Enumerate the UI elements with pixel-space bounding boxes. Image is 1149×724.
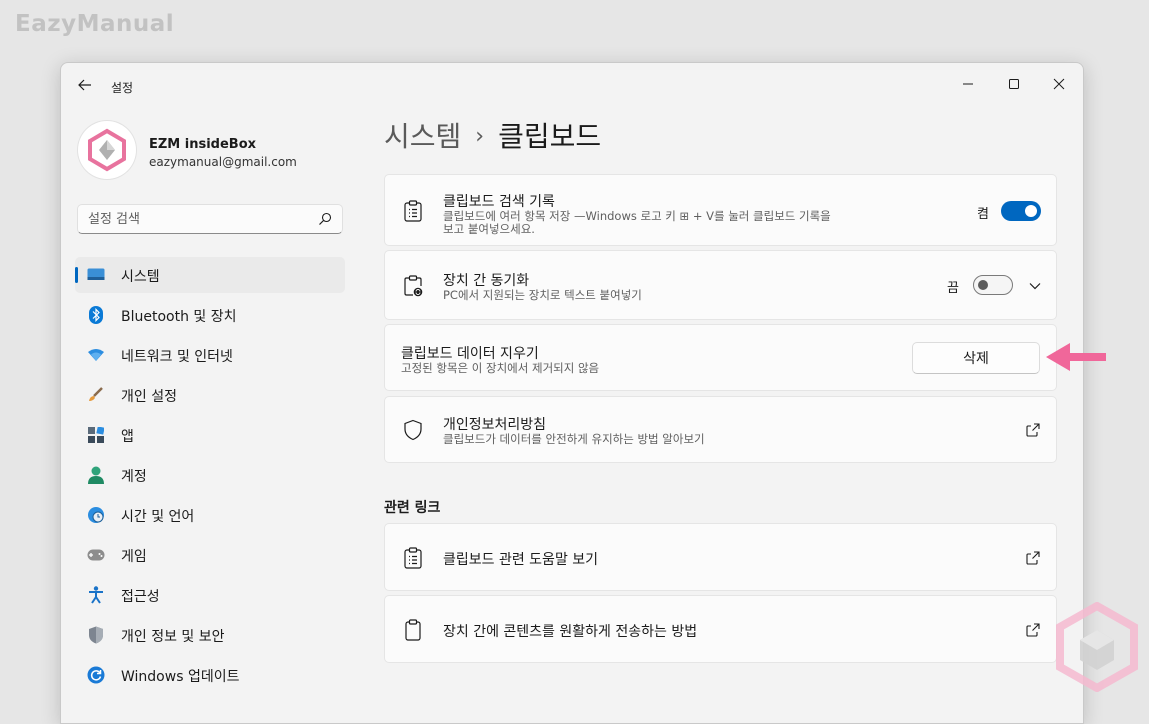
title-bar: 설정 <box>61 63 1083 105</box>
account-icon <box>87 466 105 484</box>
page-title: 클립보드 <box>498 120 602 153</box>
search-input[interactable] <box>88 210 308 228</box>
sidebar-item-apps[interactable]: 앱 <box>75 417 345 453</box>
privacy-policy-title: 개인정보처리방침 <box>443 417 547 433</box>
clear-clipboard-desc: 고정된 항목은 이 장치에서 제거되지 않음 <box>401 361 600 375</box>
sidebar-item-privacy-security[interactable]: 개인 정보 및 보안 <box>75 617 345 653</box>
sidebar-item-network[interactable]: 네트워크 및 인터넷 <box>75 337 345 373</box>
clipboard-icon <box>405 619 421 641</box>
breadcrumb: 시스템 › 클립보드 <box>384 115 601 155</box>
minimize-icon <box>963 83 973 85</box>
back-button[interactable] <box>75 75 95 95</box>
back-arrow-icon <box>78 79 91 91</box>
sync-devices-desc: PC에서 지원되는 장치로 텍스트 붙여넣기 <box>443 288 642 302</box>
external-link-icon[interactable] <box>1026 423 1040 437</box>
sidebar-item-label: Bluetooth 및 장치 <box>121 309 237 325</box>
update-icon <box>87 666 105 684</box>
sidebar-item-accounts[interactable]: 계정 <box>75 457 345 493</box>
sidebar-item-bluetooth[interactable]: Bluetooth 및 장치 <box>75 297 345 333</box>
sync-devices-title: 장치 간 동기화 <box>443 273 530 289</box>
clipboard-sync-icon <box>404 275 423 297</box>
sidebar-item-label: 시간 및 언어 <box>121 509 195 525</box>
related-link-label: 클립보드 관련 도움말 보기 <box>443 552 599 568</box>
apps-icon <box>87 426 105 444</box>
related-link-help[interactable]: 클립보드 관련 도움말 보기 <box>384 523 1057 591</box>
sidebar-item-label: 시스템 <box>121 269 160 285</box>
sidebar-item-label: 앱 <box>121 429 134 445</box>
sidebar-item-label: 접근성 <box>121 589 160 605</box>
related-link-transfer[interactable]: 장치 간에 콘텐츠를 원활하게 전송하는 방법 <box>384 595 1057 663</box>
annotation-arrow-icon <box>1046 343 1106 371</box>
sidebar-item-label: 개인 정보 및 보안 <box>121 629 225 645</box>
globe-clock-icon <box>87 506 105 524</box>
sidebar-item-personalization[interactable]: 개인 설정 <box>75 377 345 413</box>
wifi-icon <box>87 346 105 364</box>
shield-icon <box>87 626 105 644</box>
monitor-icon <box>87 266 105 284</box>
sidebar-item-time-language[interactable]: 시간 및 언어 <box>75 497 345 533</box>
toggle-knob <box>1025 205 1037 217</box>
sidebar-item-system[interactable]: 시스템 <box>75 257 345 293</box>
maximize-button[interactable] <box>991 69 1037 99</box>
clear-clipboard-title: 클립보드 데이터 지우기 <box>401 346 539 362</box>
close-icon <box>1053 78 1065 90</box>
profile-logo-icon <box>88 128 126 172</box>
clipboard-history-toggle[interactable] <box>1001 201 1041 221</box>
shield-outline-icon <box>404 419 422 441</box>
sync-devices-card[interactable]: 장치 간 동기화 PC에서 지원되는 장치로 텍스트 붙여넣기 끔 <box>384 250 1057 320</box>
chevron-down-icon[interactable] <box>1028 279 1042 293</box>
sidebar-item-label: 개인 설정 <box>121 389 177 405</box>
toggle-knob <box>978 280 988 290</box>
sync-devices-toggle[interactable] <box>973 275 1013 295</box>
minimize-button[interactable] <box>945 69 991 99</box>
watermark-text: EazyManual <box>15 11 175 37</box>
user-email: eazymanual@gmail.com <box>149 155 297 169</box>
external-link-icon[interactable] <box>1026 551 1040 565</box>
privacy-policy-card[interactable]: 개인정보처리방침 클립보드가 데이터를 안전하게 유지하는 방법 알아보기 <box>384 396 1057 463</box>
sidebar-item-label: 계정 <box>121 469 147 485</box>
bluetooth-icon <box>87 306 105 324</box>
sidebar-item-gaming[interactable]: 게임 <box>75 537 345 573</box>
settings-search[interactable] <box>77 204 343 234</box>
settings-window: 설정 EZM insideBox eazymanual@gmail.com 설정… <box>60 62 1084 724</box>
brush-icon <box>87 386 105 404</box>
clipboard-list-icon <box>404 200 422 222</box>
breadcrumb-parent[interactable]: 시스템 <box>384 120 461 153</box>
clipboard-history-card: 클립보드 검색 기록 클립보드에 여러 항목 저장 —Windows 로고 키 … <box>384 174 1057 246</box>
related-link-label: 장치 간에 콘텐츠를 원활하게 전송하는 방법 <box>443 624 698 640</box>
accessibility-icon <box>87 586 105 604</box>
clear-clipboard-card: 클립보드 데이터 지우기 고정된 항목은 이 장치에서 제거되지 않음 삭제 <box>384 324 1057 391</box>
sidebar-item-label: 게임 <box>121 549 147 565</box>
user-name: EZM insideBox <box>149 137 257 152</box>
clipboard-history-desc-line1: 클립보드에 여러 항목 저장 —Windows 로고 키 ⊞ + V를 눌러 클… <box>443 209 831 223</box>
sidebar-nav: 시스템 Bluetooth 및 장치 네트워크 및 인터넷 개인 설정 앱 계정… <box>75 257 345 697</box>
search-icon[interactable] <box>318 212 332 226</box>
sidebar-item-windows-update[interactable]: Windows 업데이트 <box>75 657 345 693</box>
clipboard-history-title: 클립보드 검색 기록 <box>443 194 555 210</box>
avatar[interactable] <box>78 121 136 179</box>
app-title: 설정 <box>111 81 134 95</box>
maximize-icon <box>1009 79 1019 89</box>
breadcrumb-separator: › <box>475 124 485 149</box>
clipboard-list-icon <box>404 547 422 569</box>
external-link-icon[interactable] <box>1026 623 1040 637</box>
watermark-logo-icon <box>1056 602 1138 692</box>
clipboard-history-state-label: 켬 <box>977 207 989 222</box>
gamepad-icon <box>87 546 105 564</box>
sync-devices-state-label: 끔 <box>947 281 959 296</box>
related-links-heading: 관련 링크 <box>384 500 441 516</box>
delete-button[interactable]: 삭제 <box>912 342 1040 374</box>
clipboard-history-desc-line2: 보고 붙여넣으세요. <box>443 222 535 236</box>
sidebar-item-accessibility[interactable]: 접근성 <box>75 577 345 613</box>
close-button[interactable] <box>1036 69 1082 99</box>
sidebar-item-label: Windows 업데이트 <box>121 669 240 685</box>
sidebar-item-label: 네트워크 및 인터넷 <box>121 349 233 365</box>
privacy-policy-desc: 클립보드가 데이터를 안전하게 유지하는 방법 알아보기 <box>443 432 705 446</box>
